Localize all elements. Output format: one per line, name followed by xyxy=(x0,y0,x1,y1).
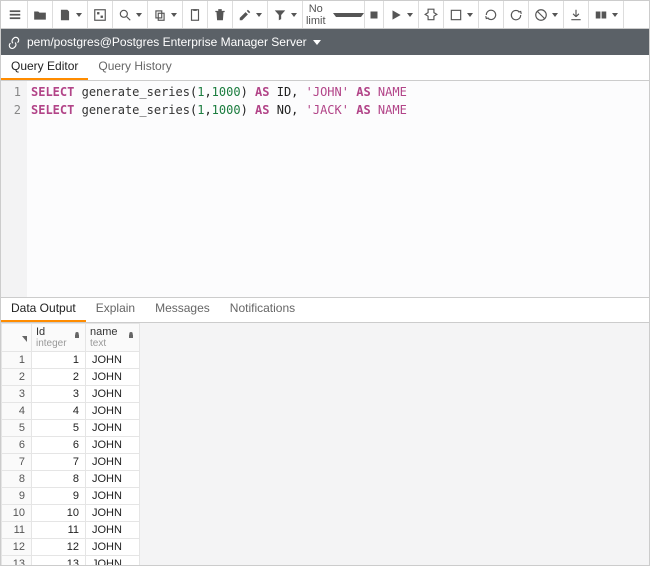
filter-button[interactable] xyxy=(268,1,303,28)
table-row[interactable]: 33JOHN xyxy=(2,386,140,403)
cell-id[interactable]: 3 xyxy=(32,386,86,403)
sql-editor[interactable]: 12 SELECT generate_series(1,1000) AS ID,… xyxy=(1,81,649,297)
chevron-down-icon xyxy=(313,35,321,49)
explain-button[interactable] xyxy=(419,1,444,28)
lock-icon xyxy=(127,330,135,342)
table-row[interactable]: 22JOHN xyxy=(2,369,140,386)
row-number[interactable]: 6 xyxy=(2,437,32,454)
table-row[interactable]: 1212JOHN xyxy=(2,539,140,556)
data-output-panel: Idintegernametext11JOHN22JOHN33JOHN44JOH… xyxy=(1,323,649,565)
save-file-button[interactable] xyxy=(53,1,88,28)
cell-id[interactable]: 8 xyxy=(32,471,86,488)
tab-query-history[interactable]: Query History xyxy=(88,53,181,80)
edit-button[interactable] xyxy=(233,1,268,28)
download-button[interactable] xyxy=(564,1,589,28)
cell-name[interactable]: JOHN xyxy=(86,403,140,420)
cell-name[interactable]: JOHN xyxy=(86,454,140,471)
row-number[interactable]: 5 xyxy=(2,420,32,437)
column-header-name[interactable]: nametext xyxy=(86,324,140,352)
cell-name[interactable]: JOHN xyxy=(86,505,140,522)
table-row[interactable]: 1313JOHN xyxy=(2,556,140,566)
editor-tabs: Query EditorQuery History xyxy=(1,55,649,81)
row-number[interactable]: 2 xyxy=(2,369,32,386)
table-row[interactable]: 99JOHN xyxy=(2,488,140,505)
cell-id[interactable]: 10 xyxy=(32,505,86,522)
cell-name[interactable]: JOHN xyxy=(86,471,140,488)
row-header-corner[interactable] xyxy=(2,324,32,352)
tab-query-editor[interactable]: Query Editor xyxy=(1,53,88,80)
rows-limit-select[interactable]: No limit xyxy=(303,1,365,28)
table-row[interactable]: 77JOHN xyxy=(2,454,140,471)
row-number[interactable]: 13 xyxy=(2,556,32,566)
save-data-button[interactable] xyxy=(3,1,28,28)
auto-rollback-button[interactable] xyxy=(479,1,504,28)
row-number[interactable]: 9 xyxy=(2,488,32,505)
table-row[interactable]: 55JOHN xyxy=(2,420,140,437)
cell-id[interactable]: 9 xyxy=(32,488,86,505)
table-row[interactable]: 1010JOHN xyxy=(2,505,140,522)
find-replace-button[interactable] xyxy=(88,1,113,28)
commit-button[interactable] xyxy=(444,1,479,28)
cell-name[interactable]: JOHN xyxy=(86,556,140,566)
output-tabs: Data OutputExplainMessagesNotifications xyxy=(1,297,649,323)
cell-name[interactable]: JOHN xyxy=(86,386,140,403)
macros-button[interactable] xyxy=(589,1,624,28)
cell-id[interactable]: 6 xyxy=(32,437,86,454)
table-row[interactable]: 44JOHN xyxy=(2,403,140,420)
main-toolbar: No limit xyxy=(1,1,649,29)
cell-name[interactable]: JOHN xyxy=(86,522,140,539)
cell-name[interactable]: JOHN xyxy=(86,420,140,437)
code-area[interactable]: SELECT generate_series(1,1000) AS ID, 'J… xyxy=(27,81,649,297)
cell-name[interactable]: JOHN xyxy=(86,369,140,386)
lock-icon xyxy=(73,330,81,342)
cell-name[interactable]: JOHN xyxy=(86,437,140,454)
delete-button[interactable] xyxy=(208,1,233,28)
cell-id[interactable]: 12 xyxy=(32,539,86,556)
cell-name[interactable]: JOHN xyxy=(86,488,140,505)
cell-id[interactable]: 1 xyxy=(32,352,86,369)
row-number[interactable]: 7 xyxy=(2,454,32,471)
cell-id[interactable]: 13 xyxy=(32,556,86,566)
table-row[interactable]: 66JOHN xyxy=(2,437,140,454)
cell-id[interactable]: 7 xyxy=(32,454,86,471)
cell-id[interactable]: 11 xyxy=(32,522,86,539)
row-number[interactable]: 8 xyxy=(2,471,32,488)
stop-button[interactable] xyxy=(365,1,384,28)
cell-name[interactable]: JOHN xyxy=(86,539,140,556)
row-number[interactable]: 11 xyxy=(2,522,32,539)
cancel-query-button[interactable] xyxy=(529,1,564,28)
tab-data-output[interactable]: Data Output xyxy=(1,295,86,322)
line-gutter: 12 xyxy=(1,81,27,297)
connection-label: pem/postgres@Postgres Enterprise Manager… xyxy=(27,35,307,49)
cell-name[interactable]: JOHN xyxy=(86,352,140,369)
open-file-button[interactable] xyxy=(28,1,53,28)
row-number[interactable]: 3 xyxy=(2,386,32,403)
connection-bar[interactable]: pem/postgres@Postgres Enterprise Manager… xyxy=(1,29,649,55)
search-button[interactable] xyxy=(113,1,148,28)
row-number[interactable]: 12 xyxy=(2,539,32,556)
table-row[interactable]: 88JOHN xyxy=(2,471,140,488)
paste-button[interactable] xyxy=(183,1,208,28)
cell-id[interactable]: 2 xyxy=(32,369,86,386)
row-number[interactable]: 1 xyxy=(2,352,32,369)
table-row[interactable]: 11JOHN xyxy=(2,352,140,369)
row-number[interactable]: 4 xyxy=(2,403,32,420)
tab-messages[interactable]: Messages xyxy=(145,295,220,322)
column-header-id[interactable]: Idinteger xyxy=(32,324,86,352)
table-row[interactable]: 1111JOHN xyxy=(2,522,140,539)
cell-id[interactable]: 5 xyxy=(32,420,86,437)
execute-button[interactable] xyxy=(384,1,419,28)
link-icon xyxy=(7,35,21,49)
result-grid[interactable]: Idintegernametext11JOHN22JOHN33JOHN44JOH… xyxy=(1,323,140,565)
cell-id[interactable]: 4 xyxy=(32,403,86,420)
row-number[interactable]: 10 xyxy=(2,505,32,522)
auto-commit-button[interactable] xyxy=(504,1,529,28)
copy-button[interactable] xyxy=(148,1,183,28)
tab-notifications[interactable]: Notifications xyxy=(220,295,305,322)
tab-explain[interactable]: Explain xyxy=(86,295,145,322)
